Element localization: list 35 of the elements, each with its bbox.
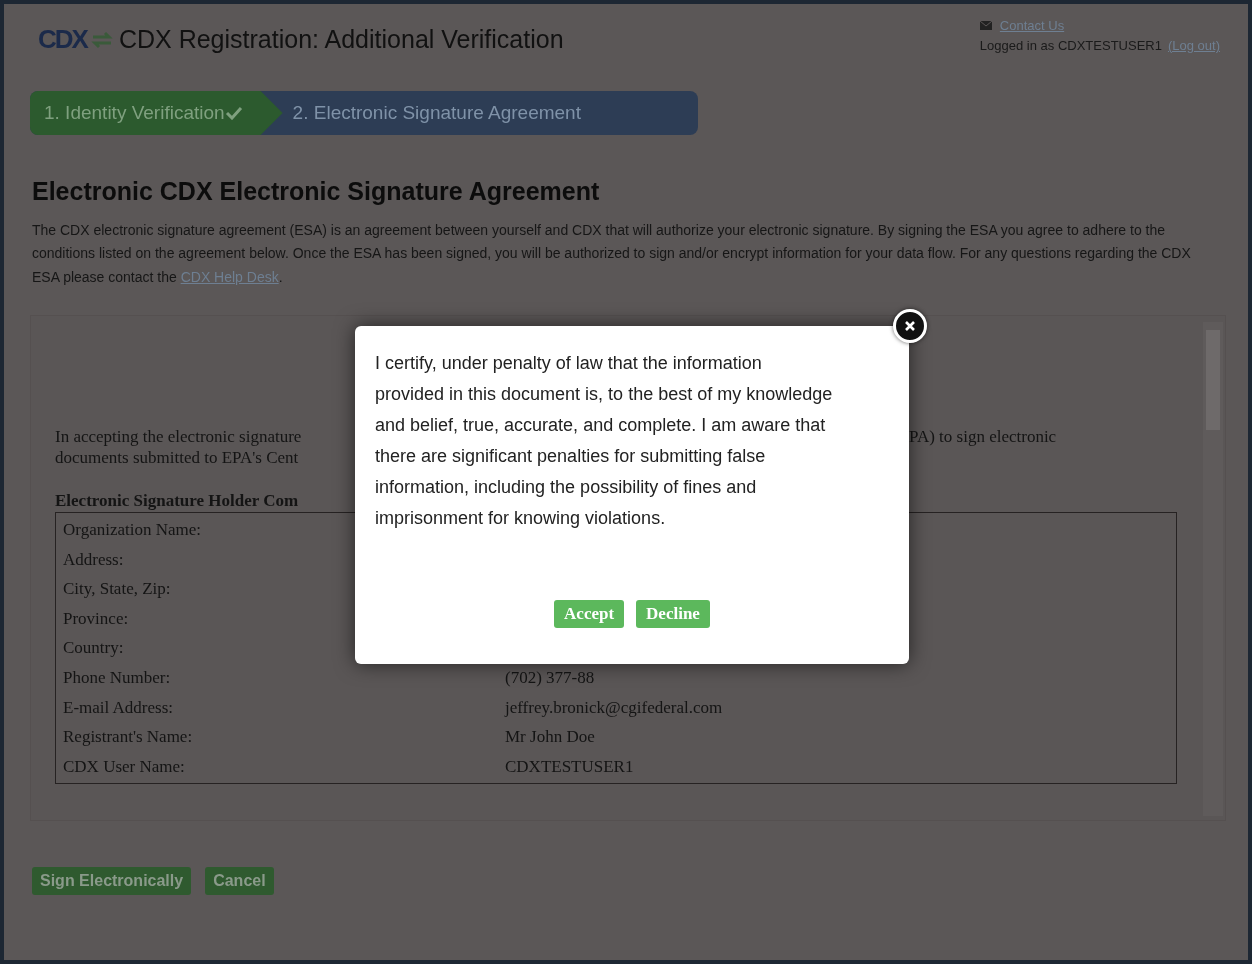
- field-label: Province:: [63, 608, 129, 628]
- cancel-button[interactable]: Cancel: [205, 867, 274, 895]
- document-subheading: Electronic Signature Holder Com: [55, 490, 300, 512]
- field-label: E-mail Address:: [63, 697, 173, 717]
- certification-text: I certify, under penalty of law that the information provided in this document is, to the best of my knowledge and belief, true, accurate, and complete. I am aware that there are significant penalties for submitting false information, including the possibility of fines and imprisonment for knowing violations.: [374, 352, 834, 530]
- envelope-icon: [979, 21, 992, 31]
- contact-link[interactable]: Contact Us: [999, 16, 1065, 36]
- document-text: PA) to sign electronic: [909, 426, 1057, 447]
- field-value: CDXTESTUSER1: [505, 755, 634, 778]
- field-label: Organization Name:: [63, 520, 201, 540]
- logo-swoosh-icon: [90, 30, 113, 49]
- accept-button[interactable]: Accept: [554, 600, 625, 628]
- field-label: Address:: [63, 549, 124, 569]
- step-tab[interactable]: 2. Electronic Signature Agreement: [282, 91, 593, 135]
- step-tab[interactable]: 1. Identity Verification: [30, 91, 283, 135]
- field-label: Registrant's Name:: [63, 727, 193, 747]
- section-heading: Electronic CDX Electronic Signature Agreement: [32, 176, 601, 207]
- field-value: jeffrey.bronick@cgifederal.com: [505, 696, 723, 719]
- sign-button[interactable]: Sign Electronically: [32, 867, 192, 895]
- page-title: CDX Registration: Additional Verification: [118, 23, 564, 55]
- intro-paragraph: The CDX electronic signature agreement (ESA) is an agreement between yourself and CDX that will authorize your electronic signature. By signing the ESA you agree to adhere to the conditions listed on the agreement below. Once the ESA has been signed, you will be authorized to sign and/or encrypt information for your data flow. For any questions regarding the CDX ESA please contact the CDX Help Desk.: [32, 220, 1192, 287]
- help-desk-link[interactable]: CDX Help Desk: [180, 268, 279, 285]
- decline-button[interactable]: Decline: [636, 600, 710, 628]
- logout-link[interactable]: (Log out): [1167, 35, 1220, 55]
- field-value: (702) 377-88: [505, 667, 595, 689]
- field-label: Country:: [63, 638, 124, 658]
- logged-in-text: Logged in as CDXTESTUSER1: [979, 36, 1162, 55]
- document-text: documents submitted to EPA's Cent: [55, 447, 300, 468]
- field-label: CDX User Name:: [63, 756, 185, 776]
- field-label: Phone Number:: [63, 668, 171, 687]
- field-value: Mr John Doe: [505, 726, 595, 749]
- field-label: City, State, Zip:: [63, 579, 171, 599]
- document-text: In accepting the electronic signature: [55, 426, 303, 447]
- close-icon[interactable]: [893, 309, 927, 343]
- logo: CDX: [38, 23, 87, 56]
